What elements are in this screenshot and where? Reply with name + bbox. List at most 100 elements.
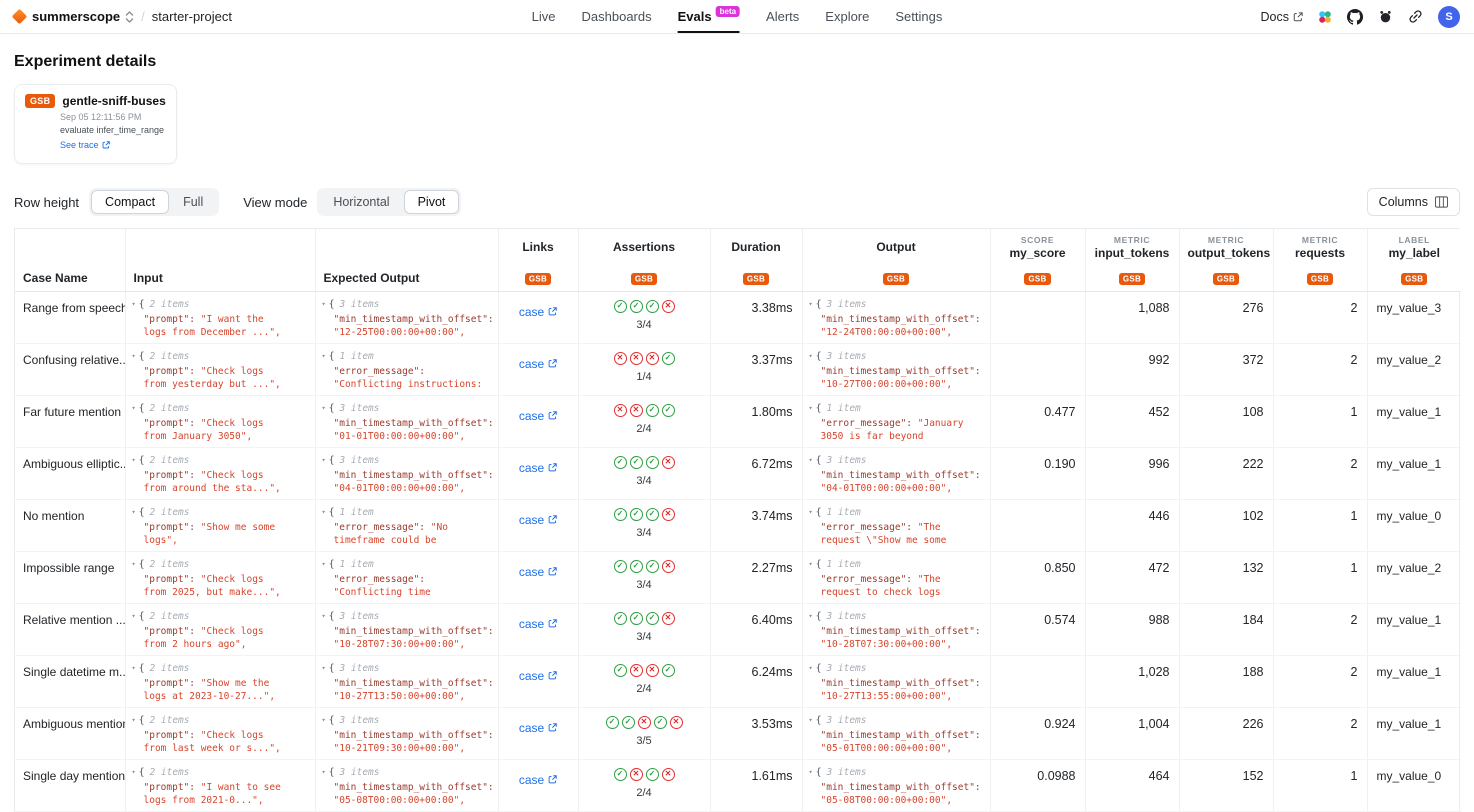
input-cell: ▾{2 items "prompt": "Check logs from yes… <box>125 343 315 395</box>
link-icon[interactable] <box>1408 9 1423 24</box>
case-link[interactable]: case <box>519 565 557 579</box>
experiment-badge: GSB <box>743 273 769 285</box>
slack-icon[interactable] <box>1318 10 1332 24</box>
expand-caret-icon[interactable]: ▾ <box>322 612 326 620</box>
expand-caret-icon[interactable]: ▾ <box>809 508 813 516</box>
expand-caret-icon[interactable]: ▾ <box>132 768 136 776</box>
output-tokens-cell: 152 <box>1179 759 1273 811</box>
case-link[interactable]: case <box>519 305 557 319</box>
expand-caret-icon[interactable]: ▾ <box>132 404 136 412</box>
assertion-fail-icon: ✕ <box>670 716 683 729</box>
expand-caret-icon[interactable]: ▾ <box>322 716 326 724</box>
expand-caret-icon[interactable]: ▾ <box>132 300 136 308</box>
assertions-cell: ✓✓✓✕ 3/4 <box>578 447 710 499</box>
nav-evals[interactable]: Evals beta <box>678 0 740 33</box>
docs-link[interactable]: Docs <box>1261 10 1303 24</box>
experiment-card[interactable]: GSB gentle-sniff-buses Sep 05 12:11:56 P… <box>14 84 177 164</box>
case-name: Impossible range <box>15 551 125 603</box>
assertions-cell: ✓✕✕✓ 2/4 <box>578 655 710 707</box>
expand-caret-icon[interactable]: ▾ <box>809 716 813 724</box>
expand-caret-icon[interactable]: ▾ <box>322 664 326 672</box>
case-link[interactable]: case <box>519 617 557 631</box>
nav-alerts[interactable]: Alerts <box>766 0 799 33</box>
expand-caret-icon[interactable]: ▾ <box>132 508 136 516</box>
score-cell <box>990 291 1085 343</box>
case-link[interactable]: case <box>519 513 557 527</box>
requests-cell: 1 <box>1273 499 1367 551</box>
external-link-icon <box>548 515 557 524</box>
expand-caret-icon[interactable]: ▾ <box>132 612 136 620</box>
avatar[interactable]: S <box>1438 6 1460 28</box>
see-trace-link[interactable]: See trace <box>60 140 110 150</box>
case-link[interactable]: case <box>519 721 557 735</box>
label-cell: my_value_1 <box>1367 447 1461 499</box>
expand-caret-icon[interactable]: ▾ <box>322 508 326 516</box>
assertion-pass-icon: ✓ <box>622 716 635 729</box>
case-link[interactable]: case <box>519 357 557 371</box>
expand-caret-icon[interactable]: ▾ <box>322 456 326 464</box>
expected-output-cell: ▾{1 item "error_message": "Conflicting t… <box>315 551 498 603</box>
columns-button[interactable]: Columns <box>1367 188 1460 216</box>
workspace-switcher-icon[interactable] <box>125 10 134 24</box>
expand-caret-icon[interactable]: ▾ <box>322 352 326 360</box>
col-header-label: LABEL my_label <box>1367 229 1461 265</box>
expand-caret-icon[interactable]: ▾ <box>322 404 326 412</box>
assertion-fail-icon: ✕ <box>662 456 675 469</box>
nav-live[interactable]: Live <box>532 0 556 33</box>
assertion-pass-icon: ✓ <box>614 612 627 625</box>
expand-caret-icon[interactable]: ▾ <box>809 300 813 308</box>
project-name[interactable]: starter-project <box>152 9 232 24</box>
links-cell: case <box>498 499 578 551</box>
external-link-icon <box>548 775 557 784</box>
external-link-icon <box>548 359 557 368</box>
assertion-score: 3/4 <box>579 475 710 487</box>
row-height-full-button[interactable]: Full <box>169 190 217 214</box>
expand-caret-icon[interactable]: ▾ <box>322 300 326 308</box>
expand-caret-icon[interactable]: ▾ <box>809 352 813 360</box>
view-mode-pivot-button[interactable]: Pivot <box>404 190 460 214</box>
expand-caret-icon[interactable]: ▾ <box>132 716 136 724</box>
case-name: Single datetime m... <box>15 655 125 707</box>
table-row: Range from speech ▾{2 items "prompt": "I… <box>15 291 1461 343</box>
case-link[interactable]: case <box>519 773 557 787</box>
requests-cell: 2 <box>1273 447 1367 499</box>
case-link[interactable]: case <box>519 409 557 423</box>
nav-dashboards[interactable]: Dashboards <box>582 0 652 33</box>
columns-icon <box>1435 196 1448 208</box>
nav-explore[interactable]: Explore <box>825 0 869 33</box>
output-tokens-cell: 188 <box>1179 655 1273 707</box>
requests-cell: 1 <box>1273 551 1367 603</box>
top-bar: summerscope / starter-project Live Dashb… <box>0 0 1474 34</box>
expand-caret-icon[interactable]: ▾ <box>809 404 813 412</box>
nav-settings[interactable]: Settings <box>895 0 942 33</box>
assertion-fail-icon: ✕ <box>646 352 659 365</box>
workspace-name[interactable]: summerscope <box>32 9 120 24</box>
experiment-badge: GSB <box>1024 273 1050 285</box>
duration-cell: 3.74ms <box>710 499 802 551</box>
expand-caret-icon[interactable]: ▾ <box>809 768 813 776</box>
input-tokens-cell: 452 <box>1085 395 1179 447</box>
assertion-pass-icon: ✓ <box>614 300 627 313</box>
case-link[interactable]: case <box>519 461 557 475</box>
assertions-cell: ✓✓✓✕ 3/4 <box>578 551 710 603</box>
row-height-compact-button[interactable]: Compact <box>91 190 169 214</box>
expand-caret-icon[interactable]: ▾ <box>809 612 813 620</box>
assertion-score: 3/4 <box>579 579 710 591</box>
experiment-badge-cell: GSB <box>498 265 578 291</box>
requests-cell: 2 <box>1273 291 1367 343</box>
expand-caret-icon[interactable]: ▾ <box>132 456 136 464</box>
bug-icon[interactable] <box>1378 9 1393 24</box>
expand-caret-icon[interactable]: ▾ <box>132 664 136 672</box>
view-mode-horizontal-button[interactable]: Horizontal <box>319 190 403 214</box>
github-icon[interactable] <box>1347 9 1363 25</box>
expand-caret-icon[interactable]: ▾ <box>809 664 813 672</box>
assertion-fail-icon: ✕ <box>630 404 643 417</box>
assertion-fail-icon: ✕ <box>662 768 675 781</box>
expand-caret-icon[interactable]: ▾ <box>809 560 813 568</box>
expand-caret-icon[interactable]: ▾ <box>322 560 326 568</box>
expand-caret-icon[interactable]: ▾ <box>132 560 136 568</box>
expand-caret-icon[interactable]: ▾ <box>132 352 136 360</box>
expand-caret-icon[interactable]: ▾ <box>322 768 326 776</box>
expand-caret-icon[interactable]: ▾ <box>809 456 813 464</box>
case-link[interactable]: case <box>519 669 557 683</box>
